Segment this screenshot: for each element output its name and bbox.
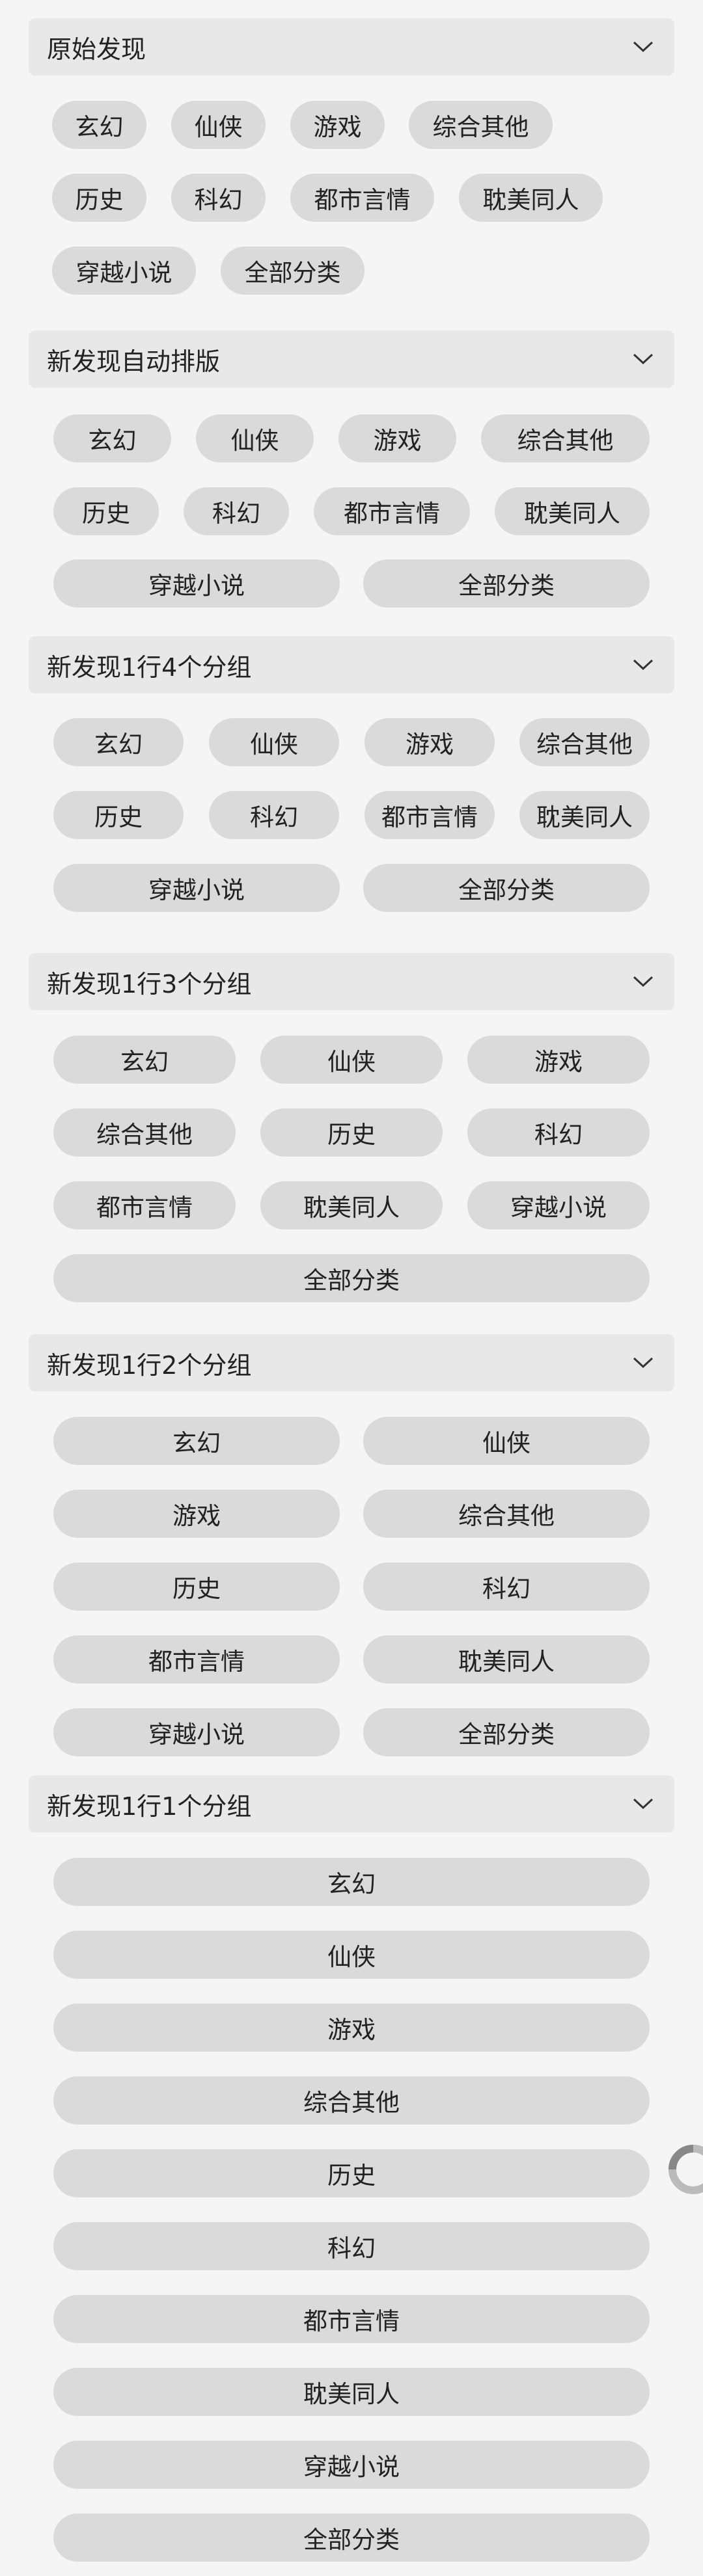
section-title: 新发现自动排版 [47, 347, 221, 376]
section-title: 原始发现 [47, 34, 146, 64]
category-chip[interactable]: 科幻 [209, 791, 339, 839]
category-chip[interactable]: 耽美同人 [363, 1635, 650, 1684]
category-chip[interactable]: 都市言情 [365, 791, 495, 839]
category-chip[interactable]: 仙侠 [209, 718, 339, 766]
category-chip[interactable]: 游戏 [53, 1490, 340, 1538]
section-title: 新发现1行2个分组 [47, 1350, 252, 1380]
category-chip[interactable]: 穿越小说 [467, 1181, 650, 1229]
section-title: 新发现1行3个分组 [47, 969, 252, 999]
category-chip[interactable]: 都市言情 [314, 487, 470, 535]
section-header-original[interactable]: 原始发现 [29, 18, 674, 75]
category-chip[interactable]: 游戏 [290, 101, 385, 149]
section-header-1-per-row[interactable]: 新发现1行1个分组 [29, 1775, 674, 1832]
category-chip[interactable]: 历史 [53, 1563, 340, 1611]
category-chip[interactable]: 玄幻 [52, 101, 146, 149]
category-chip[interactable]: 全部分类 [363, 864, 650, 912]
loading-spinner-icon [664, 2140, 703, 2199]
category-chip[interactable]: 仙侠 [53, 1931, 650, 1979]
category-chip[interactable]: 耽美同人 [53, 2368, 650, 2416]
category-chip[interactable]: 都市言情 [53, 2295, 650, 2343]
category-chip[interactable]: 仙侠 [260, 1036, 443, 1084]
category-chip[interactable]: 仙侠 [196, 414, 314, 463]
category-chip[interactable]: 耽美同人 [459, 174, 603, 222]
category-chip[interactable]: 历史 [53, 487, 159, 535]
section-title: 新发现1行4个分组 [47, 652, 252, 682]
category-chip[interactable]: 历史 [53, 2149, 650, 2197]
category-chip[interactable]: 玄幻 [53, 1858, 650, 1906]
category-chip[interactable]: 穿越小说 [53, 2441, 650, 2489]
category-chip[interactable]: 全部分类 [363, 1708, 650, 1756]
category-chip[interactable]: 综合其他 [481, 414, 650, 463]
category-chip[interactable]: 历史 [260, 1108, 443, 1157]
chevron-down-icon[interactable] [630, 652, 656, 678]
chevron-down-icon[interactable] [630, 969, 656, 995]
category-chip[interactable]: 穿越小说 [53, 1708, 340, 1756]
category-chip[interactable]: 游戏 [467, 1036, 650, 1084]
category-chip[interactable]: 科幻 [467, 1108, 650, 1157]
chevron-down-icon[interactable] [630, 1350, 656, 1376]
section-header-2-per-row[interactable]: 新发现1行2个分组 [29, 1334, 674, 1391]
category-chip[interactable]: 全部分类 [53, 1254, 650, 1302]
category-chip[interactable]: 耽美同人 [519, 791, 650, 839]
category-chip[interactable]: 综合其他 [53, 1108, 236, 1157]
category-chip[interactable]: 都市言情 [53, 1181, 236, 1229]
category-chip[interactable]: 游戏 [338, 414, 456, 463]
chevron-down-icon[interactable] [630, 346, 656, 372]
section-header-auto[interactable]: 新发现自动排版 [29, 330, 674, 388]
category-chip[interactable]: 科幻 [171, 174, 266, 222]
category-chip[interactable]: 穿越小说 [53, 559, 340, 608]
category-chip[interactable]: 仙侠 [171, 101, 266, 149]
category-chip[interactable]: 耽美同人 [495, 487, 650, 535]
category-chip[interactable]: 历史 [53, 791, 184, 839]
chevron-down-icon[interactable] [630, 1791, 656, 1817]
category-chip[interactable]: 穿越小说 [52, 247, 196, 295]
category-chip[interactable]: 全部分类 [221, 247, 365, 295]
category-chip[interactable]: 科幻 [53, 2222, 650, 2270]
section-title: 新发现1行1个分组 [47, 1791, 252, 1821]
category-chip[interactable]: 玄幻 [53, 1417, 340, 1465]
category-chip[interactable]: 玄幻 [53, 718, 184, 766]
category-chip[interactable]: 耽美同人 [260, 1181, 443, 1229]
category-chip[interactable]: 综合其他 [53, 2076, 650, 2125]
category-chip[interactable]: 游戏 [365, 718, 495, 766]
category-chip[interactable]: 玄幻 [53, 414, 171, 463]
category-chip[interactable]: 玄幻 [53, 1036, 236, 1084]
category-chip[interactable]: 都市言情 [290, 174, 434, 222]
category-chip[interactable]: 游戏 [53, 2004, 650, 2052]
category-chip[interactable]: 历史 [52, 174, 146, 222]
category-chip[interactable]: 综合其他 [409, 101, 553, 149]
category-chip[interactable]: 综合其他 [519, 718, 650, 766]
category-chip[interactable]: 全部分类 [363, 559, 650, 608]
section-header-4-per-row[interactable]: 新发现1行4个分组 [29, 636, 674, 693]
category-chip[interactable]: 都市言情 [53, 1635, 340, 1684]
category-chip[interactable]: 科幻 [363, 1563, 650, 1611]
category-chip[interactable]: 全部分类 [53, 2514, 650, 2562]
category-chip[interactable]: 综合其他 [363, 1490, 650, 1538]
category-chip[interactable]: 科幻 [184, 487, 289, 535]
section-header-3-per-row[interactable]: 新发现1行3个分组 [29, 953, 674, 1010]
category-chip[interactable]: 穿越小说 [53, 864, 340, 912]
category-chip[interactable]: 仙侠 [363, 1417, 650, 1465]
chevron-down-icon[interactable] [630, 34, 656, 60]
